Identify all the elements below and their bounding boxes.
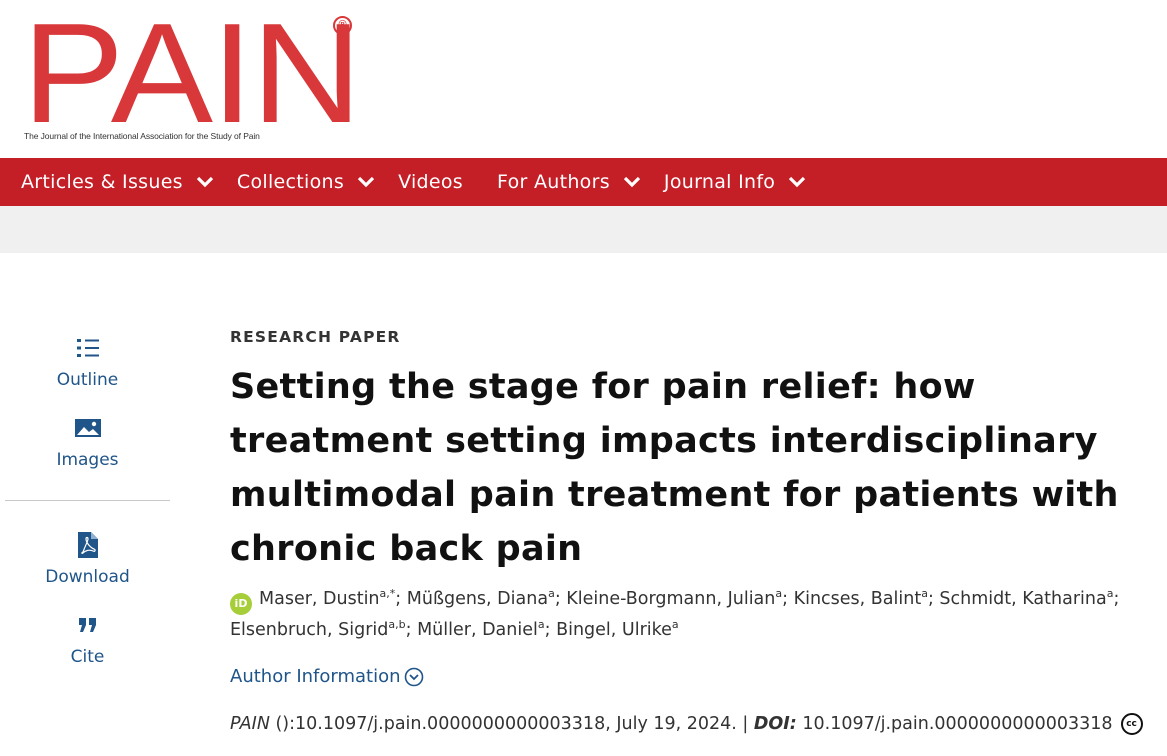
author-link[interactable]: Bingel, Ulrikea <box>556 619 679 640</box>
nav-label: Journal Info <box>663 171 776 193</box>
chevron-down-icon <box>788 174 806 190</box>
nav-for-authors[interactable]: For Authors <box>497 171 641 193</box>
chevron-down-icon <box>623 174 641 190</box>
author-link[interactable]: Maser, Dustina,* <box>259 588 395 609</box>
article-header: RESEARCH PAPER Setting the stage for pai… <box>230 328 1150 735</box>
author-link[interactable]: Müller, Daniela <box>417 619 545 640</box>
nav-label: Articles & Issues <box>21 171 183 193</box>
doi-label: DOI: <box>753 714 797 734</box>
citation-ref: ():10.1097/j.pain.0000000000003318, July… <box>269 714 754 734</box>
orcid-icon[interactable]: iD <box>230 593 252 615</box>
image-icon <box>74 410 102 446</box>
quote-icon <box>78 607 98 643</box>
sidebar-label: Outline <box>56 370 119 390</box>
sidebar-item-cite[interactable]: Cite <box>5 607 170 667</box>
author-information-toggle[interactable]: Author Information <box>230 666 1150 687</box>
outline-list-icon <box>75 330 101 366</box>
author-information-label: Author Information <box>230 666 401 687</box>
nav-videos[interactable]: Videos <box>398 171 463 193</box>
article-tools-sidebar: Outline Images Download Cite <box>5 330 170 667</box>
author-link[interactable]: Kincses, Balinta <box>794 588 928 609</box>
nav-journal-info[interactable]: Journal Info <box>663 171 806 193</box>
pdf-icon <box>77 527 99 563</box>
nav-articles-issues[interactable]: Articles & Issues <box>21 171 214 193</box>
nav-label: Videos <box>398 171 464 193</box>
author-link[interactable]: Schmidt, Katharinaa <box>939 588 1113 609</box>
main-nav: Articles & Issues Collections Videos For… <box>0 158 1167 206</box>
sidebar-label: Images <box>56 450 119 470</box>
sidebar-label: Download <box>45 567 130 587</box>
registered-mark: ® <box>333 16 352 35</box>
sidebar-label: Cite <box>70 647 105 667</box>
sidebar-divider <box>5 500 170 501</box>
logo-wordmark: PAIN <box>22 0 362 153</box>
article-type: RESEARCH PAPER <box>230 328 401 346</box>
article-title: Setting the stage for pain relief: how t… <box>230 367 1119 569</box>
logo-tagline: The Journal of the International Associa… <box>24 131 260 141</box>
chevron-down-icon <box>357 174 375 190</box>
sub-toolbar <box>0 206 1167 253</box>
author-list: iD Maser, Dustina,*; Müßgens, Dianaa; Kle… <box>230 587 1120 640</box>
sidebar-item-download[interactable]: Download <box>5 527 170 587</box>
nav-label: Collections <box>236 171 345 193</box>
journal-name: PAIN <box>230 714 270 734</box>
sidebar-item-images[interactable]: Images <box>5 410 170 470</box>
chevron-circle-down-icon <box>404 667 424 687</box>
nav-collections[interactable]: Collections <box>236 171 375 193</box>
author-link[interactable]: Elsenbruch, Sigrida,b <box>230 619 406 640</box>
nav-label: For Authors <box>497 171 610 193</box>
doi-value[interactable]: 10.1097/j.pain.0000000000003318 <box>797 714 1112 734</box>
chevron-down-icon <box>196 174 214 190</box>
sidebar-item-outline[interactable]: Outline <box>5 330 170 390</box>
author-link[interactable]: Kleine-Borgmann, Juliana <box>566 588 782 609</box>
creative-commons-icon[interactable]: cc <box>1120 713 1143 735</box>
journal-logo[interactable]: PAIN ® The Journal of the International … <box>22 3 362 150</box>
citation-line: PAIN ():10.1097/j.pain.0000000000003318,… <box>230 713 1150 735</box>
author-link[interactable]: Müßgens, Dianaa <box>407 588 555 609</box>
